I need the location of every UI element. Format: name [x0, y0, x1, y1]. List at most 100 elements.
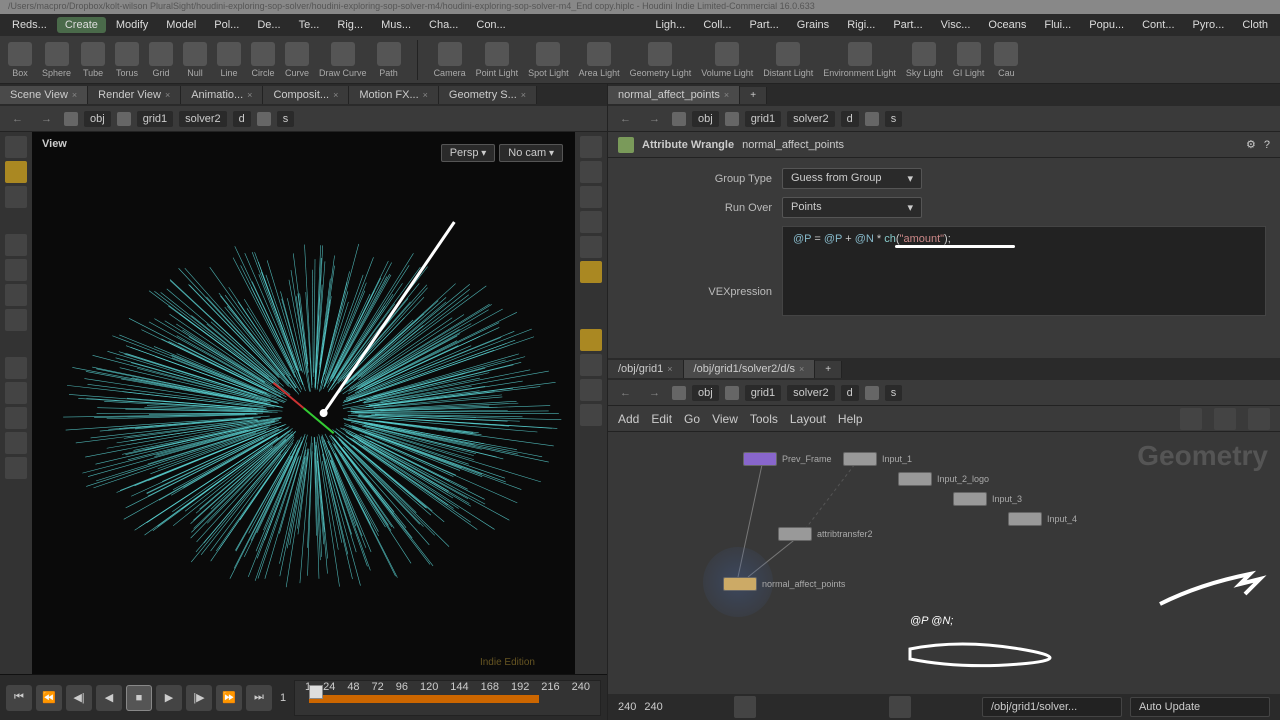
path-s[interactable]: s	[885, 385, 903, 401]
status-path[interactable]: /obj/grid1/solver...	[982, 697, 1122, 717]
first-frame-button[interactable]: ⏮	[6, 685, 32, 711]
ghost-tool[interactable]	[580, 161, 602, 183]
close-icon[interactable]: ×	[521, 90, 526, 100]
timeline-track[interactable]: 124487296120144168192216240	[294, 680, 601, 716]
play-back-button[interactable]: ◀	[96, 685, 122, 711]
net-edit[interactable]: Edit	[651, 412, 672, 426]
shelf-sphere[interactable]: Sphere	[42, 42, 71, 78]
menu-modify[interactable]: Modify	[108, 17, 156, 33]
close-icon[interactable]: ×	[724, 90, 729, 100]
path-grid1[interactable]: grid1	[137, 111, 173, 127]
path-solver2[interactable]: solver2	[787, 111, 834, 127]
path-obj[interactable]: obj	[692, 385, 719, 401]
nav-fwd[interactable]: →	[643, 111, 666, 127]
menu-rigging[interactable]: Rig...	[329, 17, 371, 33]
camera-dropdown[interactable]: No cam ▾	[499, 144, 563, 162]
shelf-grid[interactable]: Grid	[149, 42, 173, 78]
headlight-tool[interactable]	[580, 261, 602, 283]
display-options[interactable]	[580, 136, 602, 158]
brush-tool[interactable]	[5, 357, 27, 379]
menu-model[interactable]: Model	[158, 17, 204, 33]
menu-constraints[interactable]: Con...	[468, 17, 513, 33]
shelf-curve[interactable]: Curve	[285, 42, 309, 78]
menu-grains[interactable]: Grains	[789, 17, 837, 33]
net-add[interactable]: Add	[618, 412, 639, 426]
tab-net-solver[interactable]: /obj/grid1/solver2/d/s×	[684, 360, 816, 378]
select-tool[interactable]	[5, 136, 27, 158]
vex-snippet-input[interactable]: @P = @P + @N * ch("amount");	[782, 226, 1266, 316]
menu-deform[interactable]: De...	[249, 17, 288, 33]
shelf-circle[interactable]: Circle	[251, 42, 275, 78]
lock-tool[interactable]	[580, 186, 602, 208]
path-grid1[interactable]: grid1	[745, 111, 781, 127]
normals-display[interactable]	[580, 329, 602, 351]
shelf-line[interactable]: Line	[217, 42, 241, 78]
menu-rigid[interactable]: Rigi...	[839, 17, 883, 33]
prev-key-button[interactable]: ⏪	[36, 685, 62, 711]
tab-param[interactable]: normal_affect_points×	[608, 86, 740, 104]
menu-polygon[interactable]: Pol...	[206, 17, 247, 33]
net-help[interactable]: Help	[838, 412, 863, 426]
tree-view-icon[interactable]	[1214, 408, 1236, 430]
next-key-button[interactable]: ⏩	[216, 685, 242, 711]
net-layout[interactable]: Layout	[790, 412, 826, 426]
menu-create[interactable]: Create	[57, 17, 106, 33]
nav-back[interactable]: ←	[614, 385, 637, 401]
viewport-canvas[interactable]: View Persp ▾ No cam ▾ Indie Edition	[32, 132, 575, 674]
net-tools[interactable]: Tools	[750, 412, 778, 426]
close-icon[interactable]: ×	[799, 364, 804, 374]
shelf-box[interactable]: Box	[8, 42, 32, 78]
handle-tool[interactable]	[5, 234, 27, 256]
step-back-button[interactable]: ◀|	[66, 685, 92, 711]
select-points-tool[interactable]	[5, 186, 27, 208]
persp-dropdown[interactable]: Persp ▾	[441, 144, 496, 162]
nav-fwd[interactable]: →	[35, 111, 58, 127]
select-object-tool[interactable]	[5, 161, 27, 183]
tab-animation[interactable]: Animatio...×	[181, 86, 263, 104]
shelf-drawcurve[interactable]: Draw Curve	[319, 42, 367, 78]
close-icon[interactable]: ×	[333, 90, 338, 100]
shelf-volumelight[interactable]: Volume Light	[701, 42, 753, 78]
shelf-pointlight[interactable]: Point Light	[476, 42, 519, 78]
tab-motionfx[interactable]: Motion FX...×	[349, 86, 439, 104]
shelf-distantlight[interactable]: Distant Light	[763, 42, 813, 78]
close-icon[interactable]: ×	[423, 90, 428, 100]
snap-tool[interactable]	[5, 382, 27, 404]
last-frame-button[interactable]: ⏭	[246, 685, 272, 711]
help-icon[interactable]: ?	[1264, 139, 1270, 151]
node-input1[interactable]: Input_1	[843, 452, 912, 466]
scene-viewport[interactable]: View Persp ▾ No cam ▾ Indie Edition	[0, 132, 607, 674]
menu-collisions[interactable]: Coll...	[695, 17, 739, 33]
shelf-caustic[interactable]: Cau	[994, 42, 1018, 78]
playhead[interactable]	[309, 685, 323, 699]
tab-net-grid1[interactable]: /obj/grid1×	[608, 360, 684, 378]
network-editor[interactable]: Geometry Prev_Frame Input_1 Input_2_logo…	[608, 432, 1280, 694]
tab-add[interactable]: +	[815, 361, 842, 378]
path-solver2[interactable]: solver2	[787, 385, 834, 401]
node-prev-frame[interactable]: Prev_Frame	[743, 452, 832, 466]
path-s[interactable]: s	[885, 111, 903, 127]
shelf-arealight[interactable]: Area Light	[579, 42, 620, 78]
shelf-gilight[interactable]: GI Light	[953, 42, 985, 78]
group-type-select[interactable]: Guess from Group ▾	[782, 168, 922, 189]
menu-oceans[interactable]: Oceans	[980, 17, 1034, 33]
snap-curve-tool[interactable]	[5, 432, 27, 454]
hide-tool[interactable]	[580, 211, 602, 233]
shaded-display[interactable]	[580, 404, 602, 426]
move-tool[interactable]	[5, 259, 27, 281]
realtime-icon[interactable]	[734, 696, 756, 718]
wireframe-display[interactable]	[580, 379, 602, 401]
snap-multi-tool[interactable]	[5, 457, 27, 479]
node-input2[interactable]: Input_2_logo	[898, 472, 989, 486]
path-obj[interactable]: obj	[84, 111, 111, 127]
node-input4[interactable]: Input_4	[1008, 512, 1077, 526]
menu-pyro[interactable]: Pyro...	[1185, 17, 1233, 33]
rotate-tool[interactable]	[5, 284, 27, 306]
node-input3[interactable]: Input_3	[953, 492, 1022, 506]
nav-back[interactable]: ←	[6, 111, 29, 127]
net-go[interactable]: Go	[684, 412, 700, 426]
step-fwd-button[interactable]: |▶	[186, 685, 212, 711]
shelf-spotlight[interactable]: Spot Light	[528, 42, 569, 78]
menu-character[interactable]: Cha...	[421, 17, 466, 33]
tab-geosheet[interactable]: Geometry S...×	[439, 86, 537, 104]
